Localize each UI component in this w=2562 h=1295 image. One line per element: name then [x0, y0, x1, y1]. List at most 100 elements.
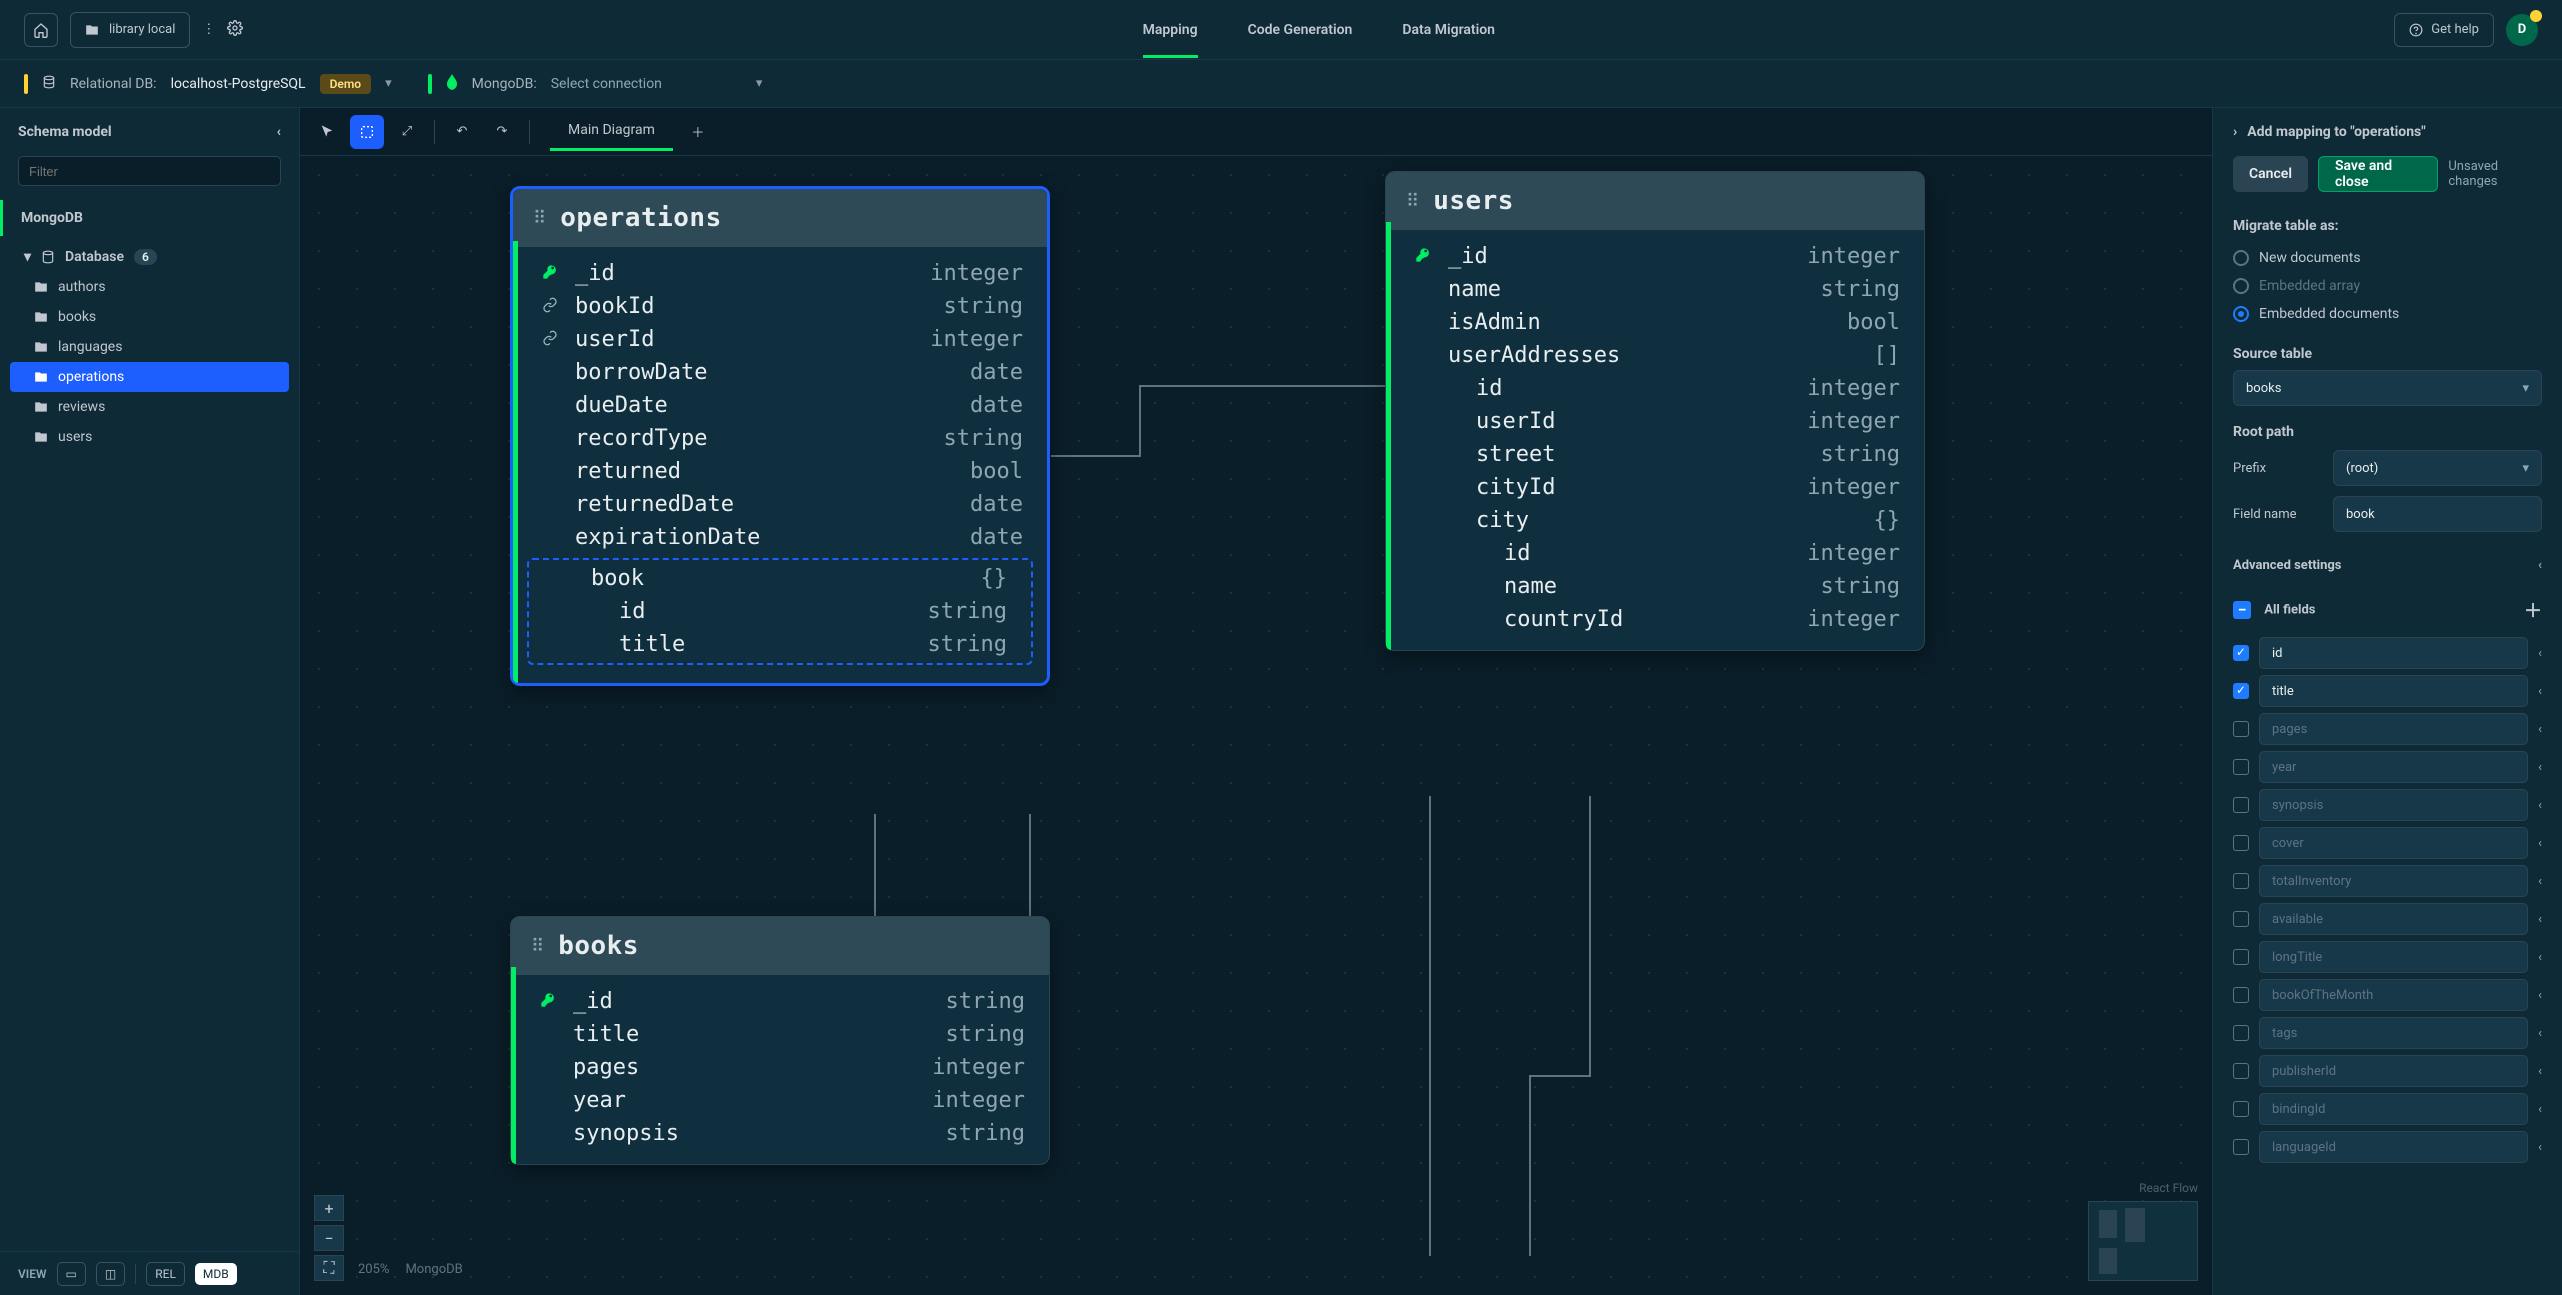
checkbox[interactable]	[2233, 797, 2249, 813]
tab-codegen[interactable]: Code Generation	[1248, 2, 1353, 58]
field-row[interactable]: dueDatedate	[513, 389, 1047, 422]
grip-icon[interactable]: ⠿	[531, 936, 544, 957]
field-row[interactable]: yearinteger	[511, 1084, 1049, 1117]
migrate-option[interactable]: New documents	[2233, 244, 2542, 272]
tool-select[interactable]	[350, 115, 384, 149]
zoom-fit-button[interactable]: ⛶	[314, 1255, 344, 1281]
field-row[interactable]: titlestring	[529, 628, 1031, 661]
field-item-id[interactable]: id‹	[2233, 637, 2542, 669]
field-row[interactable]: streetstring	[1386, 438, 1924, 471]
field-row[interactable]: namestring	[1386, 570, 1924, 603]
field-chip[interactable]: languageId	[2259, 1131, 2528, 1163]
field-row[interactable]: _idstring	[511, 985, 1049, 1018]
field-row[interactable]: borrowDatedate	[513, 356, 1047, 389]
field-chip[interactable]: available	[2259, 903, 2528, 935]
avatar[interactable]: D	[2506, 14, 2538, 46]
entity-books[interactable]: ⠿ books _idstringtitlestringpagesinteger…	[510, 916, 1050, 1165]
embedded-mapping-box[interactable]: book{}idstringtitlestring	[527, 558, 1033, 665]
tool-undo[interactable]: ↶	[445, 115, 479, 149]
field-row[interactable]: titlestring	[511, 1018, 1049, 1051]
field-row[interactable]: countryIdinteger	[1386, 603, 1924, 636]
grip-icon[interactable]: ⠿	[1406, 191, 1419, 212]
add-field-button[interactable]: ＋	[2524, 597, 2542, 623]
chevron-right-icon[interactable]: ›	[2233, 124, 2237, 140]
tree-collection-users[interactable]: users	[10, 422, 289, 452]
collapse-left-icon[interactable]: ‹	[277, 124, 281, 140]
chevron-down-icon[interactable]: ▾	[756, 76, 763, 91]
field-row[interactable]: idstring	[529, 595, 1031, 628]
checkbox[interactable]	[2233, 683, 2249, 699]
chevron-left-icon[interactable]: ‹	[2538, 1064, 2542, 1079]
checkbox[interactable]	[2233, 721, 2249, 737]
fieldname-input[interactable]: book	[2333, 496, 2542, 532]
schema-filter-input[interactable]	[18, 156, 281, 186]
field-row[interactable]: userIdinteger	[513, 323, 1047, 356]
chevron-left-icon[interactable]: ‹	[2538, 1102, 2542, 1117]
field-item-title[interactable]: title‹	[2233, 675, 2542, 707]
field-item-pages[interactable]: pages ‹	[2233, 713, 2542, 745]
field-row[interactable]: isAdminbool	[1386, 306, 1924, 339]
field-row[interactable]: idinteger	[1386, 537, 1924, 570]
tool-pan[interactable]: ⤢	[390, 115, 424, 149]
field-item-bindingId[interactable]: bindingId ‹	[2233, 1093, 2542, 1125]
tool-redo[interactable]: ↷	[485, 115, 519, 149]
field-chip[interactable]: year	[2259, 751, 2528, 783]
field-row[interactable]: namestring	[1386, 273, 1924, 306]
rel-db-value[interactable]: localhost-PostgreSQL	[171, 76, 306, 92]
view-mdb[interactable]: MDB	[195, 1263, 237, 1285]
chevron-left-icon[interactable]: ‹	[2538, 646, 2542, 661]
field-item-longTitle[interactable]: longTitle‹	[2233, 941, 2542, 973]
field-row[interactable]: _idinteger	[513, 257, 1047, 290]
chevron-left-icon[interactable]: ‹	[2538, 988, 2542, 1003]
checkbox[interactable]	[2233, 949, 2249, 965]
minimap[interactable]	[2088, 1201, 2198, 1281]
field-item-synopsis[interactable]: synopsis ‹	[2233, 789, 2542, 821]
field-row[interactable]: pagesinteger	[511, 1051, 1049, 1084]
mongo-value[interactable]: Select connection	[551, 76, 662, 92]
field-row[interactable]: _idinteger	[1386, 240, 1924, 273]
field-chip[interactable]: synopsis	[2259, 789, 2528, 821]
tree-collection-authors[interactable]: authors	[10, 272, 289, 302]
home-button[interactable]	[24, 13, 58, 47]
checkbox[interactable]	[2233, 835, 2249, 851]
field-row[interactable]: city{}	[1386, 504, 1924, 537]
zoom-out-button[interactable]: −	[314, 1225, 344, 1251]
view-mode-single[interactable]: ▭	[57, 1262, 86, 1286]
field-row[interactable]: returnedDatedate	[513, 488, 1047, 521]
view-rel[interactable]: REL	[146, 1262, 185, 1286]
field-item-year[interactable]: year‹	[2233, 751, 2542, 783]
tree-database[interactable]: ▾ Database 6	[10, 242, 289, 272]
field-chip[interactable]: bindingId	[2259, 1093, 2528, 1125]
field-chip[interactable]: tags	[2259, 1017, 2528, 1049]
indeterminate-checkbox[interactable]: –	[2233, 601, 2251, 619]
field-row[interactable]: recordTypestring	[513, 422, 1047, 455]
field-chip[interactable]: pages	[2259, 713, 2528, 745]
field-chip[interactable]: bookOfTheMonth	[2259, 979, 2528, 1011]
field-row[interactable]: bookIdstring	[513, 290, 1047, 323]
chevron-left-icon[interactable]: ‹	[2538, 722, 2542, 737]
chevron-left-icon[interactable]: ‹	[2538, 798, 2542, 813]
tree-collection-languages[interactable]: languages	[10, 332, 289, 362]
save-button[interactable]: Save and close	[2318, 156, 2438, 192]
zoom-in-button[interactable]: +	[314, 1195, 344, 1221]
view-mode-split[interactable]: ◫	[96, 1262, 125, 1286]
field-row[interactable]: cityIdinteger	[1386, 471, 1924, 504]
chevron-left-icon[interactable]: ‹	[2538, 684, 2542, 699]
cancel-button[interactable]: Cancel	[2233, 156, 2308, 192]
field-row[interactable]: synopsisstring	[511, 1117, 1049, 1150]
diagram-tab[interactable]: Main Diagram	[550, 113, 673, 151]
field-item-publisherId[interactable]: publisherId‹	[2233, 1055, 2542, 1087]
checkbox[interactable]	[2233, 911, 2249, 927]
checkbox[interactable]	[2233, 987, 2249, 1003]
grip-icon[interactable]: ⠿	[533, 208, 546, 229]
prefix-select[interactable]: (root) ▾	[2333, 450, 2542, 486]
migrate-option[interactable]: Embedded documents	[2233, 300, 2542, 328]
chevron-left-icon[interactable]: ‹	[2538, 874, 2542, 889]
tab-mapping[interactable]: Mapping	[1143, 2, 1198, 58]
checkbox[interactable]	[2233, 1101, 2249, 1117]
entity-users[interactable]: ⠿ users _idintegernamestringisAdminboolu…	[1385, 171, 1925, 651]
field-item-bookOfTheMonth[interactable]: bookOfTheMonth ‹	[2233, 979, 2542, 1011]
checkbox[interactable]	[2233, 1139, 2249, 1155]
field-row[interactable]: returnedbool	[513, 455, 1047, 488]
field-row[interactable]: userIdinteger	[1386, 405, 1924, 438]
